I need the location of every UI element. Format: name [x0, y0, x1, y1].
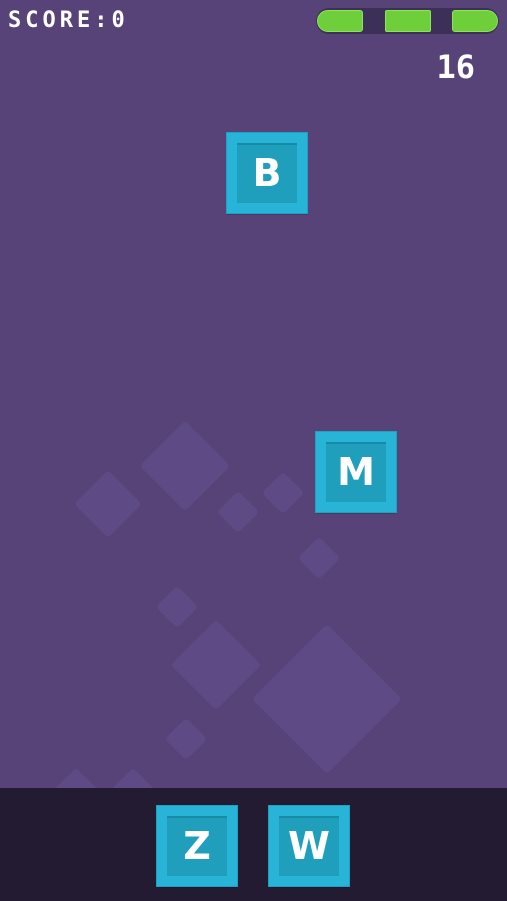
- tile-letter: W: [288, 824, 330, 868]
- background-diamond: [252, 624, 402, 774]
- background-diamond: [297, 536, 341, 580]
- tray-tile-w[interactable]: W: [268, 805, 350, 887]
- tile-letter: M: [337, 450, 375, 494]
- tile-letter: Z: [183, 824, 211, 868]
- background-diamond: [164, 717, 208, 761]
- life-segment: [317, 10, 363, 32]
- falling-tile-m[interactable]: M: [315, 431, 397, 513]
- background-diamond: [139, 420, 231, 512]
- tray-tile-z[interactable]: Z: [156, 805, 238, 887]
- background-diamond: [261, 471, 305, 515]
- countdown-timer: 16: [436, 48, 475, 86]
- letter-tray: [0, 788, 507, 901]
- background-diamond: [170, 619, 262, 711]
- background-diamond: [74, 470, 142, 538]
- lives-bar: [316, 8, 499, 34]
- score-label: SCORE:0: [8, 8, 129, 33]
- background-diamond: [216, 490, 260, 534]
- tile-letter: B: [252, 151, 282, 195]
- life-segment: [452, 10, 498, 32]
- falling-tile-b[interactable]: B: [226, 132, 308, 214]
- life-segment: [384, 10, 431, 32]
- background-diamond: [155, 585, 199, 629]
